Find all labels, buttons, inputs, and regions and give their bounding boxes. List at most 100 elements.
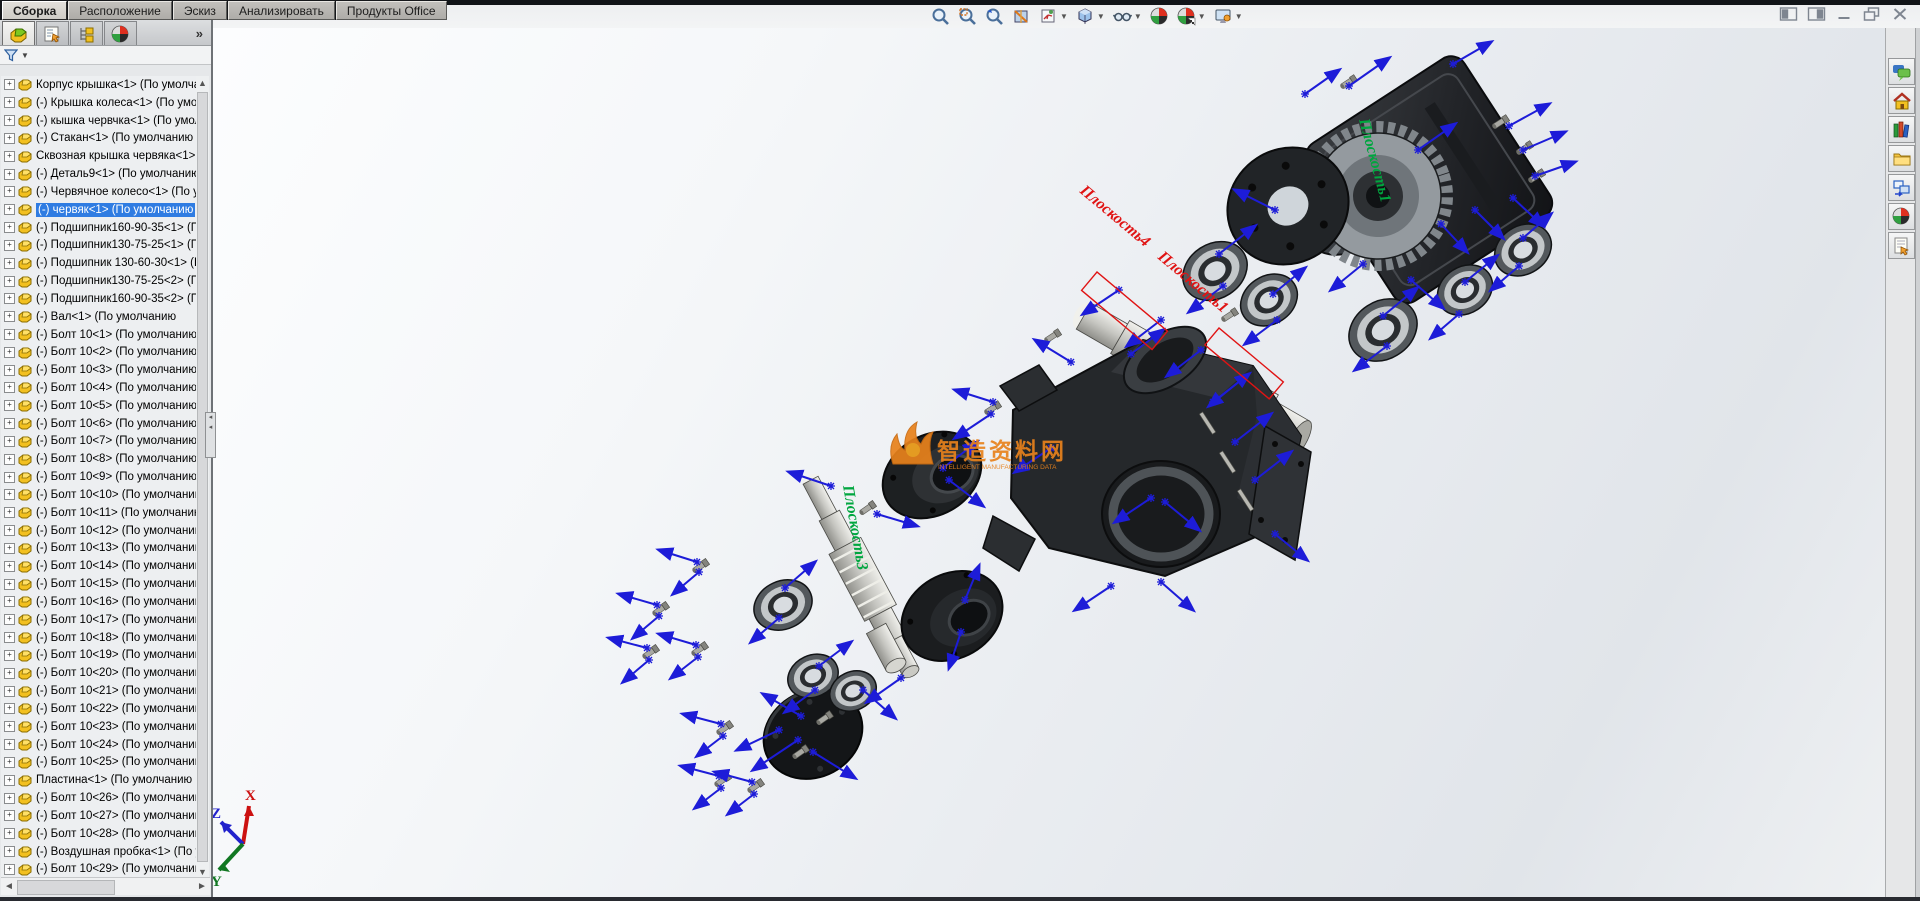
- tab-appearances[interactable]: [104, 21, 137, 45]
- tree-item[interactable]: +(-) Вал<1> (По умолчанию: [1, 308, 197, 326]
- scroll-right-arrow[interactable]: ►: [195, 879, 209, 894]
- tree-item[interactable]: +(-) Болт 10<7> (По умолчанию: [1, 433, 197, 451]
- tree-item[interactable]: +(-) Болт 10<5> (По умолчанию: [1, 397, 197, 415]
- tree-item[interactable]: +(-) Болт 10<16> (По умолчанию: [1, 593, 197, 611]
- tree-expander-icon[interactable]: +: [4, 382, 15, 393]
- tree-item[interactable]: +Сквозная крышка червяка<1> (По умолчани…: [1, 147, 197, 165]
- dropdown-caret-icon[interactable]: ▼: [1198, 12, 1206, 21]
- tree-item[interactable]: +(-) Болт 10<10> (По умолчанию: [1, 486, 197, 504]
- restore-button[interactable]: [1863, 7, 1882, 26]
- tree-item[interactable]: +(-) Болт 10<20> (По умолчанию: [1, 664, 197, 682]
- tree-expander-icon[interactable]: +: [4, 686, 15, 697]
- hide-show-items-button[interactable]: ▼: [1110, 4, 1145, 28]
- tree-expander-icon[interactable]: +: [4, 418, 15, 429]
- tree-expander-icon[interactable]: +: [4, 757, 15, 768]
- tree-expander-icon[interactable]: +: [4, 311, 15, 322]
- tree-item[interactable]: +(-) Болт 10<28> (По умолчанию: [1, 825, 197, 843]
- taskpane-tab-solidworks-resources[interactable]: [1888, 87, 1915, 114]
- command-tab-1[interactable]: Сборка: [2, 1, 67, 20]
- taskpane-tab-custom-properties[interactable]: [1888, 232, 1915, 259]
- zoom-to-fit-button[interactable]: [928, 4, 953, 28]
- tree-vertical-scrollbar[interactable]: ▲ ▼: [196, 76, 209, 879]
- tree-expander-icon[interactable]: +: [4, 828, 15, 839]
- tree-item[interactable]: +(-) Болт 10<15> (По умолчанию: [1, 575, 197, 593]
- zoom-to-area-button[interactable]: [955, 4, 980, 28]
- tree-item[interactable]: +(-) Крышка колеса<1> (По умолчанию: [1, 94, 197, 112]
- tree-expander-icon[interactable]: +: [4, 739, 15, 750]
- section-view-button[interactable]: [1009, 4, 1034, 28]
- tree-expander-icon[interactable]: +: [4, 525, 15, 536]
- panel-expand-chevron[interactable]: »: [196, 26, 203, 41]
- view-settings-button[interactable]: ▼: [1211, 4, 1246, 28]
- tree-item[interactable]: +(-) Подшипник160-90-35<2> (По умолчанию: [1, 290, 197, 308]
- tree-item[interactable]: +(-) Болт 10<26> (По умолчанию: [1, 789, 197, 807]
- tree-item[interactable]: +(-) Болт 10<1> (По умолчанию: [1, 326, 197, 344]
- tree-item[interactable]: +(-) Болт 10<19> (По умолчанию: [1, 647, 197, 665]
- tree-item[interactable]: +(-) Болт 10<18> (По умолчанию: [1, 629, 197, 647]
- part-bolt[interactable]: [1043, 329, 1062, 345]
- scroll-thumb-horizontal[interactable]: [17, 880, 115, 895]
- tree-item[interactable]: +(-) Болт 10<11> (По умолчанию: [1, 504, 197, 522]
- tree-expander-icon[interactable]: +: [4, 650, 15, 661]
- tree-expander-icon[interactable]: +: [4, 222, 15, 233]
- tab-property-manager[interactable]: [36, 21, 69, 45]
- tree-item[interactable]: +Корпус крышка<1> (По умолчанию: [1, 76, 197, 94]
- toggle-pane-left-button[interactable]: [1779, 7, 1798, 26]
- tree-expander-icon[interactable]: +: [4, 186, 15, 197]
- tree-expander-icon[interactable]: +: [4, 329, 15, 340]
- tree-expander-icon[interactable]: +: [4, 561, 15, 572]
- tree-item[interactable]: +(-) Болт 10<2> (По умолчанию: [1, 343, 197, 361]
- tree-filter-bar[interactable]: ▼: [0, 46, 211, 65]
- tree-expander-icon[interactable]: +: [4, 489, 15, 500]
- dropdown-caret-icon[interactable]: ▼: [1097, 12, 1105, 21]
- tree-item[interactable]: +(-) кышка червчка<1> (По умолчанию: [1, 112, 197, 130]
- taskpane-tab-forum[interactable]: [1888, 58, 1915, 85]
- tree-item[interactable]: +(-) Подшипник130-75-25<1> (По умолчанию: [1, 236, 197, 254]
- part-bearing[interactable]: [746, 571, 821, 640]
- tree-item[interactable]: +(-) Болт 10<13> (По умолчанию: [1, 540, 197, 558]
- tree-item[interactable]: +(-) Болт 10<21> (По умолчанию: [1, 682, 197, 700]
- panel-splitter-handle[interactable]: ◂◂: [205, 412, 216, 458]
- tree-expander-icon[interactable]: +: [4, 347, 15, 358]
- tree-item[interactable]: +(-) Болт 10<25> (По умолчанию: [1, 753, 197, 771]
- display-style-button[interactable]: ▼: [1073, 4, 1108, 28]
- tree-item[interactable]: +(-) Болт 10<6> (По умолчанию: [1, 415, 197, 433]
- apply-scene-button[interactable]: ▼: [1174, 4, 1209, 28]
- tree-expander-icon[interactable]: +: [4, 846, 15, 857]
- toggle-pane-right-button[interactable]: [1807, 7, 1826, 26]
- tree-item[interactable]: +(-) Воздушная пробка<1> (По умолчанию: [1, 843, 197, 861]
- tree-item[interactable]: +(-) Подшипник 130-60-30<1> (По умолчани…: [1, 254, 197, 272]
- scroll-left-arrow[interactable]: ◄: [2, 879, 16, 894]
- taskpane-tab-file-explorer[interactable]: [1888, 145, 1915, 172]
- scroll-up-arrow[interactable]: ▲: [196, 76, 209, 90]
- tree-expander-icon[interactable]: +: [4, 632, 15, 643]
- tree-item[interactable]: +(-) червяк<1> (По умолчанию: [1, 201, 197, 219]
- tab-configuration-manager[interactable]: [70, 21, 103, 45]
- tree-item[interactable]: +(-) Болт 10<22> (По умолчанию: [1, 700, 197, 718]
- tree-item[interactable]: +Пластина<1> (По умолчанию: [1, 771, 197, 789]
- tree-item[interactable]: +(-) Болт 10<12> (По умолчанию: [1, 522, 197, 540]
- dropdown-caret-icon[interactable]: ▼: [1134, 12, 1142, 21]
- tree-expander-icon[interactable]: +: [4, 614, 15, 625]
- tree-item[interactable]: +(-) Стакан<1> (По умолчанию: [1, 129, 197, 147]
- tree-expander-icon[interactable]: +: [4, 579, 15, 590]
- tree-expander-icon[interactable]: +: [4, 204, 15, 215]
- tree-expander-icon[interactable]: +: [4, 472, 15, 483]
- tree-item[interactable]: +(-) Болт 10<4> (По умолчанию: [1, 379, 197, 397]
- tree-item[interactable]: +(-) Болт 10<27> (По умолчанию: [1, 807, 197, 825]
- tree-expander-icon[interactable]: +: [4, 436, 15, 447]
- view-orientation-button[interactable]: ▼: [1036, 4, 1071, 28]
- tree-item[interactable]: +(-) Болт 10<23> (По умолчанию: [1, 718, 197, 736]
- tree-expander-icon[interactable]: +: [4, 703, 15, 714]
- tree-item[interactable]: +(-) Червячное колесо<1> (По умолчанию: [1, 183, 197, 201]
- tree-expander-icon[interactable]: +: [4, 276, 15, 287]
- tree-expander-icon[interactable]: +: [4, 721, 15, 732]
- command-tab-5[interactable]: Продукты Office: [336, 1, 447, 20]
- tree-expander-icon[interactable]: +: [4, 864, 15, 875]
- taskpane-tab-design-library[interactable]: [1888, 116, 1915, 143]
- tree-item[interactable]: +(-) Болт 10<8> (По умолчанию: [1, 450, 197, 468]
- tree-expander-icon[interactable]: +: [4, 151, 15, 162]
- tree-expander-icon[interactable]: +: [4, 133, 15, 144]
- tree-expander-icon[interactable]: +: [4, 543, 15, 554]
- tree-item[interactable]: +(-) Болт 10<29> (По умолчанию: [1, 860, 197, 878]
